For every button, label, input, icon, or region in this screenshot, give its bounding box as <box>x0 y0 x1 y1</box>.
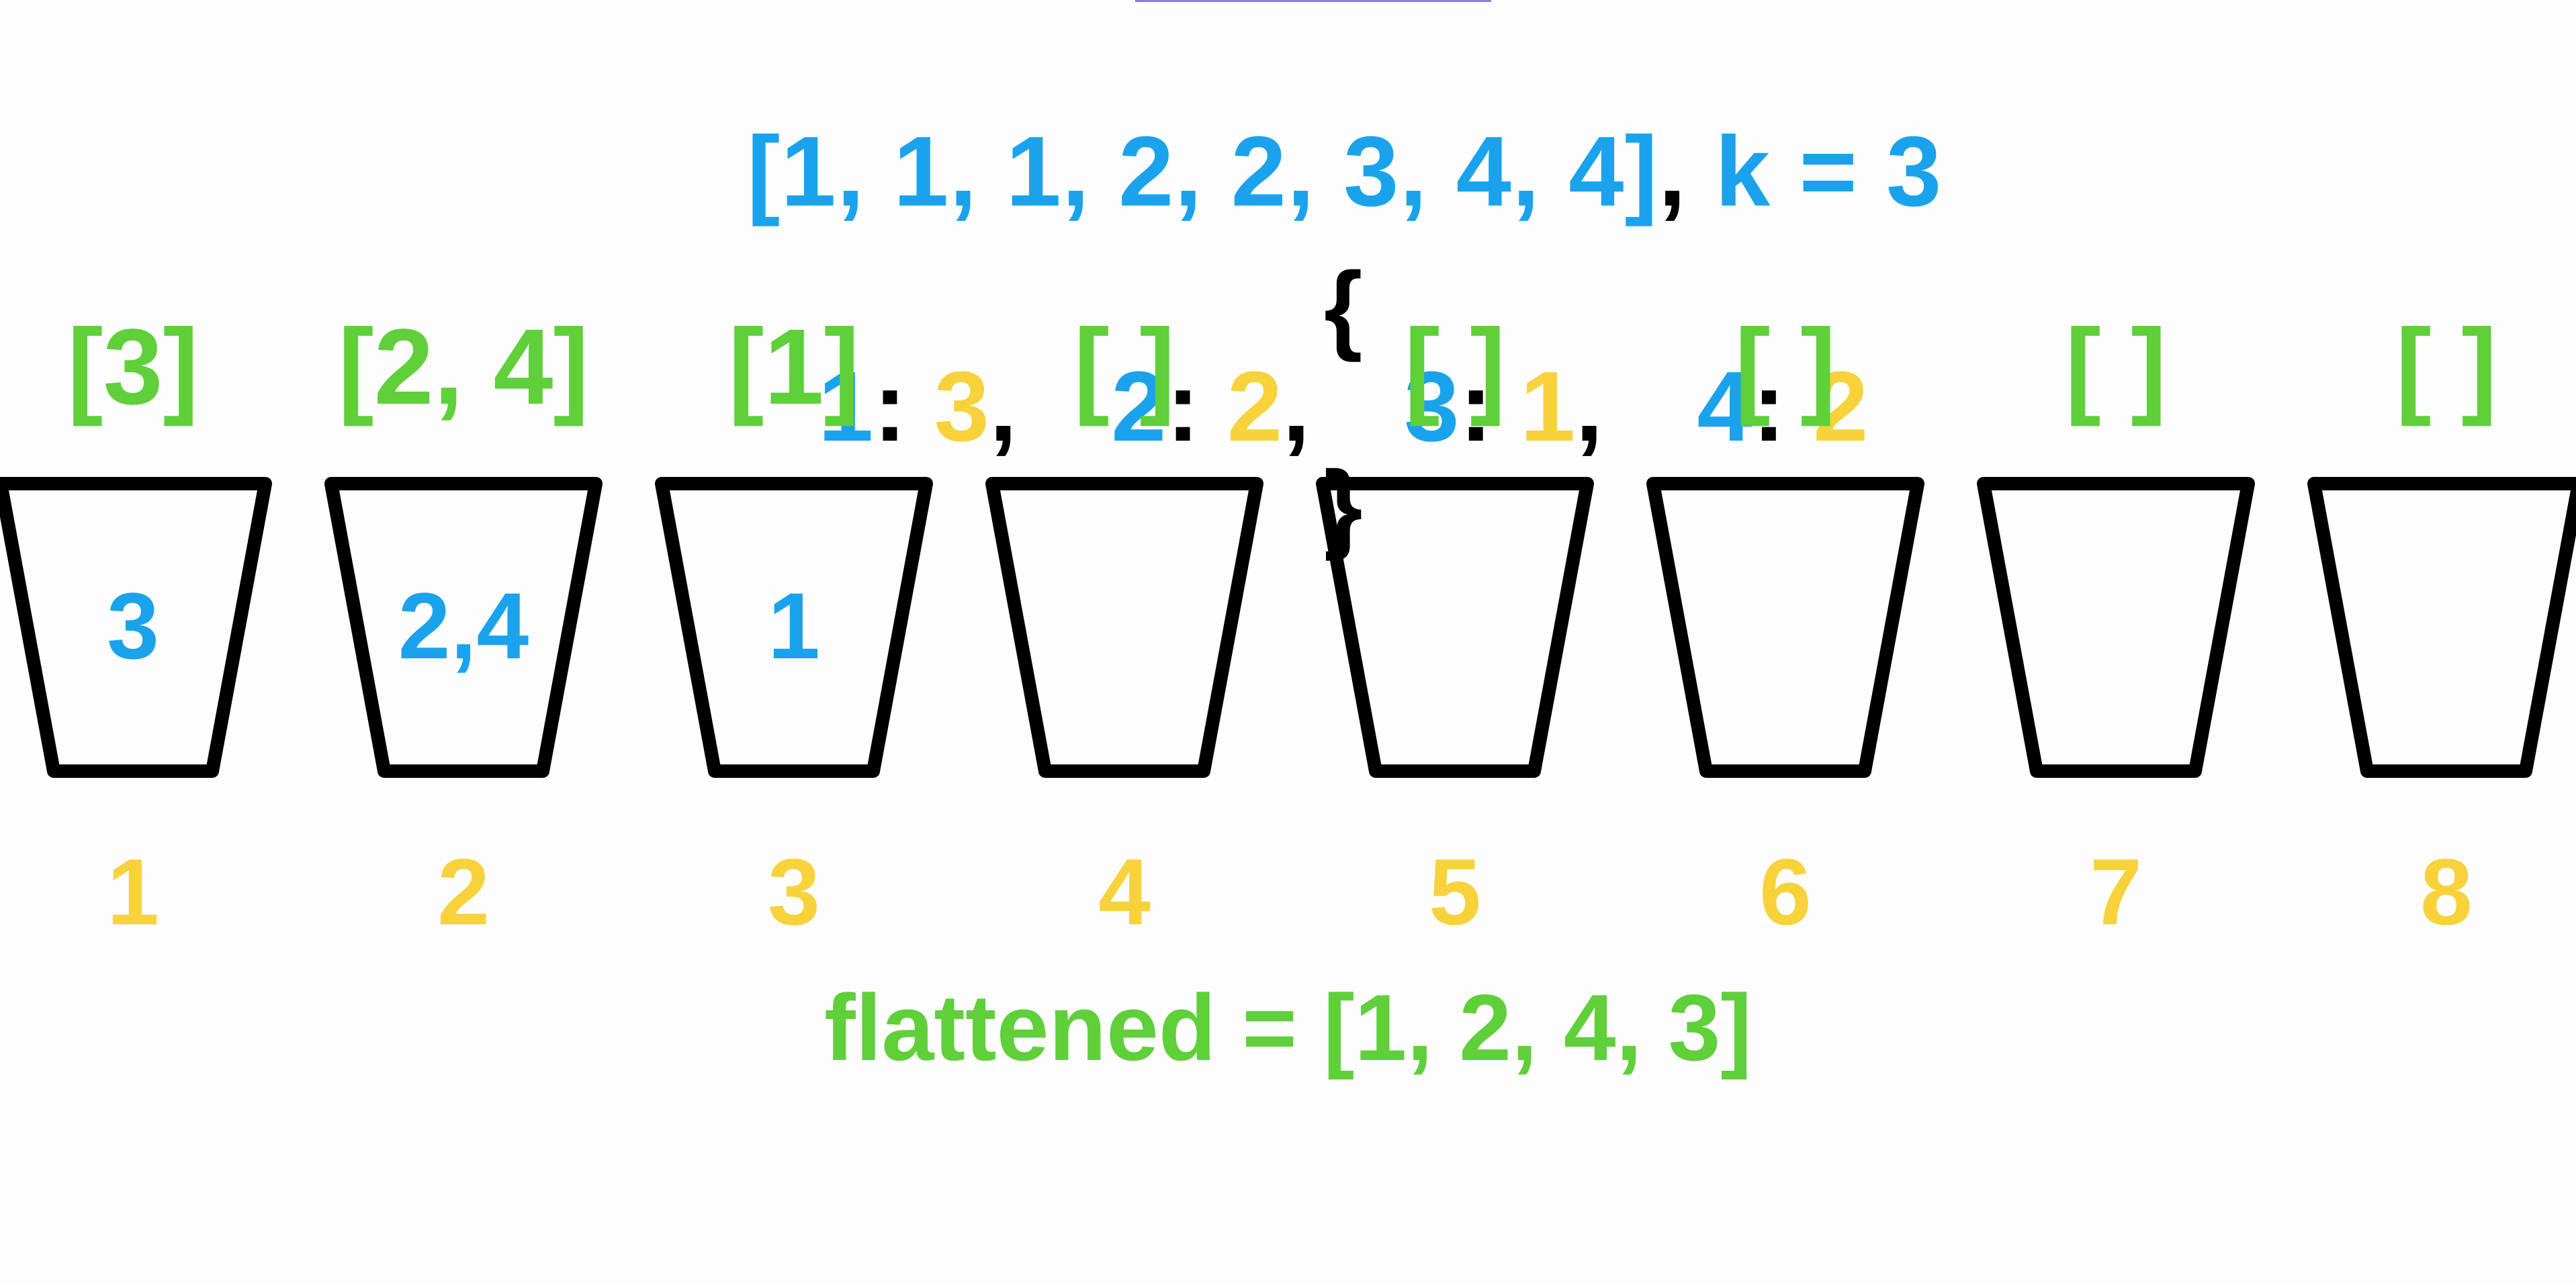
bucket-sort-diagram: [1, 1, 1, 2, 2, 3, 4, 4], k = 3 { 1: 3, 2… <box>0 0 2576 1283</box>
bucket-list-label: [1] <box>728 306 860 427</box>
bucket-index-number: 4 <box>1098 839 1151 944</box>
bucket-index-number: 3 <box>768 839 820 944</box>
bucket-outline <box>1977 477 2255 778</box>
bucket-index-number: 2 <box>437 839 490 944</box>
bucket-outline <box>1646 477 1924 778</box>
bucket-list-label: [3] <box>67 306 199 427</box>
bucket-index-number: 7 <box>2090 839 2142 944</box>
bucket-list-label: [ ] <box>1734 306 1836 427</box>
bucket-index-number: 6 <box>1759 839 1812 944</box>
bucket-list-label: [ ] <box>2395 306 2497 427</box>
bucket-outline <box>985 477 1263 778</box>
flattened-result: flattened = [1, 2, 4, 3] <box>824 975 1752 1080</box>
bucket-list-label: [ ] <box>1404 306 1506 427</box>
bucket-content: 3 <box>107 573 159 678</box>
bucket-index-number: 5 <box>1429 839 1481 944</box>
bucket-content: 1 <box>768 573 820 678</box>
bucket-list-label: [2, 4] <box>338 306 589 427</box>
bucket-outline <box>1316 477 1594 778</box>
bucket-index-number: 1 <box>107 839 159 944</box>
bucket-outline <box>2307 477 2576 778</box>
bucket-list-label: [ ] <box>2065 306 2167 427</box>
bucket-list-label: [ ] <box>1073 306 1175 427</box>
bucket-index-number: 8 <box>2420 839 2473 944</box>
bucket-content: 2,4 <box>398 573 529 678</box>
